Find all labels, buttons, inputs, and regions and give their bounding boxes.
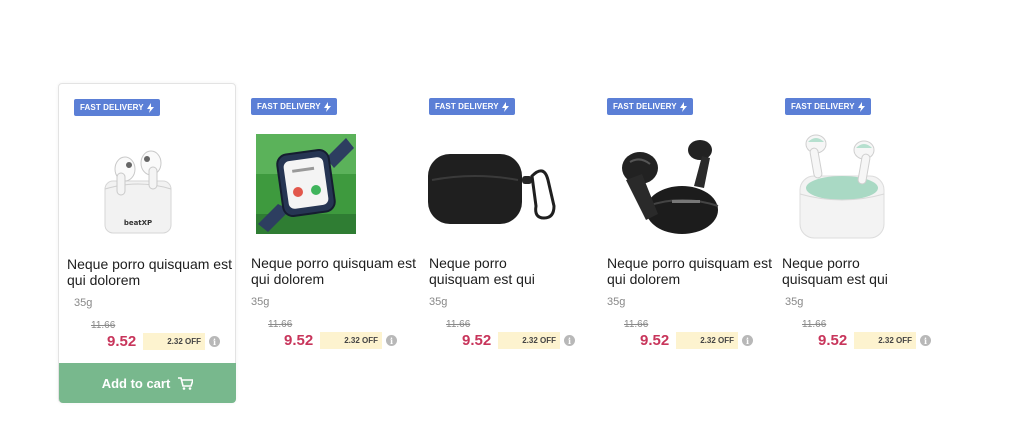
sale-price: 9.52 xyxy=(284,332,314,349)
product-image[interactable]: beatXP xyxy=(83,129,191,241)
info-icon[interactable]: i xyxy=(564,335,575,346)
product-weight: 35g xyxy=(251,296,270,308)
sale-price: 9.52 xyxy=(462,332,492,349)
fast-delivery-badge: FAST DELIVERY xyxy=(429,98,515,115)
original-price: 11.66 xyxy=(91,320,116,331)
white-earbuds-case-image: beatXP xyxy=(104,150,172,234)
product-title[interactable]: Neque porro quisquam est qui dolorem xyxy=(251,255,417,287)
info-icon[interactable]: i xyxy=(209,336,220,347)
original-price: 11.66 xyxy=(624,319,649,330)
original-price: 11.66 xyxy=(802,319,827,330)
product-image[interactable] xyxy=(786,128,898,240)
svg-text:beatXP: beatXP xyxy=(124,219,152,227)
badge-label: FAST DELIVERY xyxy=(613,102,677,111)
white-mint-earbuds-image xyxy=(799,134,885,239)
black-earbuds-cover-image xyxy=(428,154,556,224)
discount-tag: 2.32 OFF xyxy=(498,332,560,349)
fast-delivery-badge: FAST DELIVERY xyxy=(607,98,693,115)
product-carousel: FAST DELIVERY beatXP Neque porro quisqua… xyxy=(58,83,998,403)
product-title[interactable]: Neque porro quisquam est qui xyxy=(782,255,922,287)
sale-price: 9.52 xyxy=(107,333,137,350)
product-card[interactable]: FAST DELIVERY Neque porro quisquam est q… xyxy=(592,83,773,403)
original-price: 11.66 xyxy=(446,319,471,330)
discount-tag: 2.32 OFF xyxy=(143,333,205,350)
info-icon[interactable]: i xyxy=(742,335,753,346)
badge-label: FAST DELIVERY xyxy=(435,102,499,111)
product-title[interactable]: Neque porro quisquam est qui dolorem xyxy=(67,256,233,288)
product-image[interactable] xyxy=(256,128,356,240)
black-earbuds-image xyxy=(622,140,719,234)
discount-tag: 2.32 OFF xyxy=(320,332,382,349)
product-title[interactable]: Neque porro quisquam est qui dolorem xyxy=(607,255,773,287)
product-weight: 35g xyxy=(607,296,626,308)
fast-delivery-badge: FAST DELIVERY xyxy=(74,99,160,116)
product-card[interactable]: FAST DELIVERY Neque porro quisquam est q… xyxy=(414,83,592,403)
fast-delivery-badge: FAST DELIVERY xyxy=(785,98,871,115)
product-image[interactable] xyxy=(424,128,564,240)
product-card[interactable]: FAST DELIVERY beatXP Neque porro quisqua… xyxy=(58,83,236,403)
discount-tag: 2.32 OFF xyxy=(676,332,738,349)
bolt-icon xyxy=(323,101,331,112)
add-to-cart-label: Add to cart xyxy=(101,375,171,391)
bolt-icon xyxy=(679,101,687,112)
info-icon[interactable]: i xyxy=(920,335,931,346)
product-card[interactable]: FAST DELIVERY Neque porro quisquam est q… xyxy=(236,83,417,403)
bolt-icon xyxy=(857,101,865,112)
product-title[interactable]: Neque porro quisquam est qui xyxy=(429,255,569,287)
badge-label: FAST DELIVERY xyxy=(791,102,855,111)
product-weight: 35g xyxy=(785,296,804,308)
smartwatch-image xyxy=(256,134,356,234)
product-image[interactable] xyxy=(612,128,724,240)
badge-label: FAST DELIVERY xyxy=(257,102,321,111)
product-weight: 35g xyxy=(429,296,448,308)
cart-icon xyxy=(178,376,194,390)
info-icon[interactable]: i xyxy=(386,335,397,346)
discount-tag: 2.32 OFF xyxy=(854,332,916,349)
add-to-cart-button[interactable]: Add to cart xyxy=(59,363,236,403)
sale-price: 9.52 xyxy=(640,332,670,349)
sale-price: 9.52 xyxy=(818,332,848,349)
bolt-icon xyxy=(501,101,509,112)
fast-delivery-badge: FAST DELIVERY xyxy=(251,98,337,115)
product-card[interactable]: FAST DELIVERY Neque porro quisquam est q… xyxy=(770,83,948,403)
badge-label: FAST DELIVERY xyxy=(80,103,144,112)
bolt-icon xyxy=(146,102,154,113)
product-weight: 35g xyxy=(74,297,93,309)
original-price: 11.66 xyxy=(268,319,293,330)
